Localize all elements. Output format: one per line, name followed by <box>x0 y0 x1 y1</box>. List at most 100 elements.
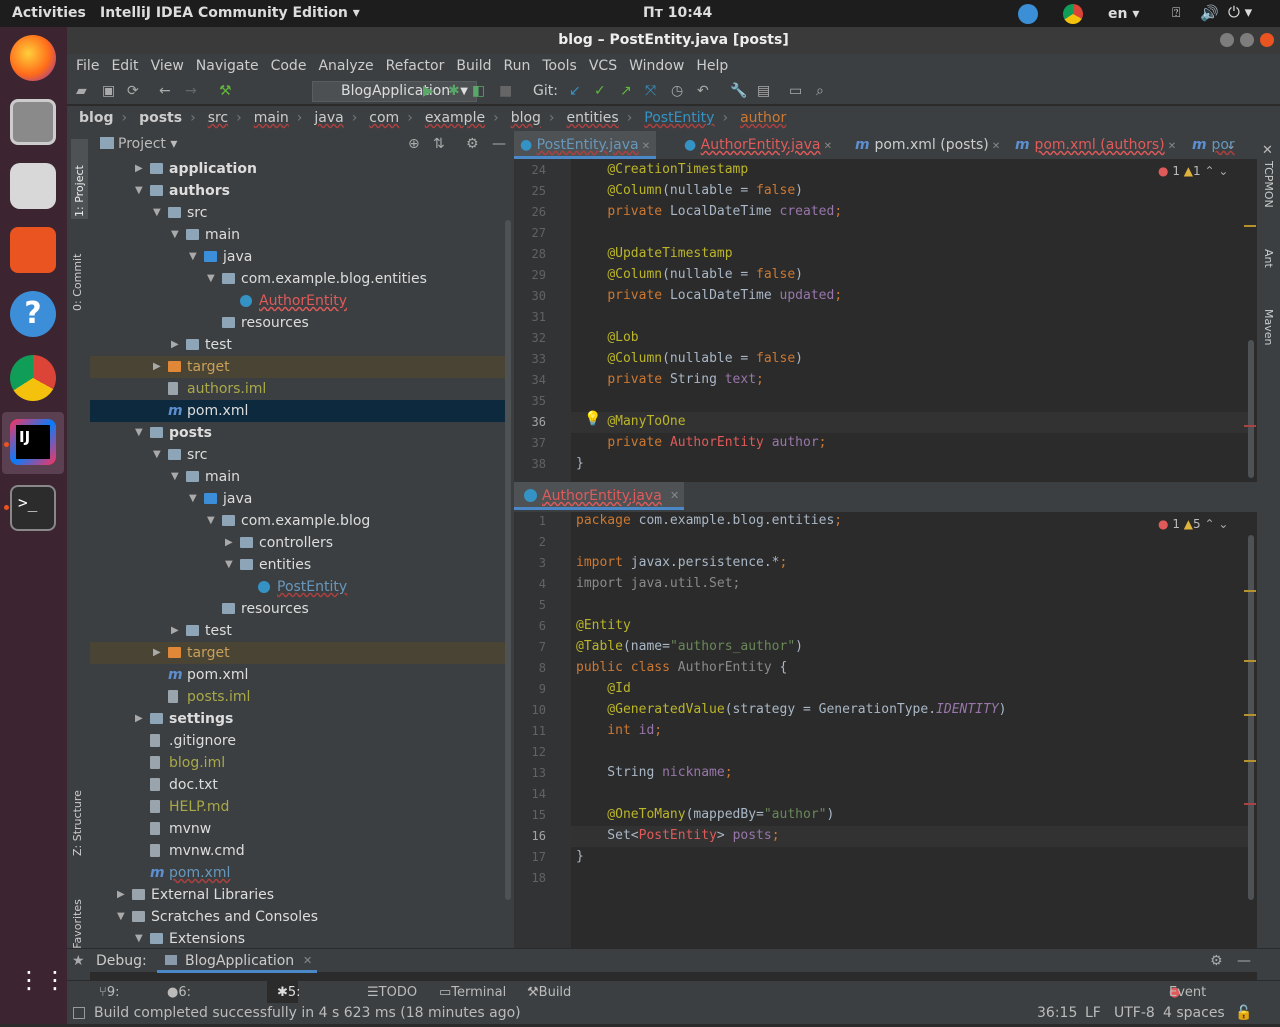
code-line[interactable]: @Id <box>576 681 631 696</box>
build-hammer-icon[interactable]: ⚒ <box>219 83 232 99</box>
breadcrumb-item[interactable]: java <box>314 110 343 126</box>
back-icon[interactable]: ← <box>159 83 171 99</box>
breadcrumb-item[interactable]: main <box>254 110 289 126</box>
caret-position[interactable]: 36:15 <box>1037 1003 1077 1024</box>
line-number[interactable]: 24 <box>514 163 546 177</box>
tree-item[interactable]: ▼ entities <box>90 554 505 576</box>
files-icon[interactable] <box>10 99 56 145</box>
debug-session-tab[interactable]: BlogApplication ✕ <box>157 949 317 973</box>
search-icon[interactable]: ⌕ <box>816 83 824 99</box>
star-icon[interactable]: ★ <box>72 949 85 973</box>
line-number[interactable]: 7 <box>514 640 546 654</box>
close-icon[interactable]: ✕ <box>639 141 650 152</box>
line-number[interactable]: 9 <box>514 682 546 696</box>
menu-item-11[interactable]: Window <box>626 54 687 79</box>
tree-item[interactable]: ▼ main <box>90 224 505 246</box>
toggle-tool-windows-icon[interactable] <box>73 1007 85 1019</box>
tree-item[interactable]: ▶ target <box>90 642 505 664</box>
collapse-arrow-icon[interactable]: ▼ <box>207 268 215 290</box>
code-line[interactable]: int id; <box>576 723 662 738</box>
sync-icon[interactable]: ⟳ <box>127 83 139 99</box>
code-line[interactable]: @Entity <box>576 618 631 633</box>
maximize-button[interactable] <box>1240 33 1254 47</box>
help-icon[interactable]: ? <box>10 291 56 337</box>
line-number[interactable]: 14 <box>514 787 546 801</box>
collapse-arrow-icon[interactable]: ▼ <box>189 488 197 510</box>
breadcrumb-item[interactable]: blog <box>511 110 541 126</box>
indent-setting[interactable]: 4 spaces <box>1163 1003 1225 1024</box>
close-icon[interactable]: ✕ <box>670 482 679 510</box>
git-commit-icon[interactable]: ✓ <box>594 83 606 99</box>
project-view-select[interactable]: Project ▾ <box>118 131 177 158</box>
code-line[interactable]: } <box>576 849 584 864</box>
code-line[interactable]: import java.util.Set; <box>576 576 740 591</box>
line-number[interactable]: 32 <box>514 331 546 345</box>
tree-item[interactable]: mvnw.cmd <box>90 840 505 862</box>
tree-item[interactable]: ▼ src <box>90 444 505 466</box>
code-line[interactable] <box>576 309 607 324</box>
code-line[interactable]: @Column(nullable = false) <box>576 183 803 198</box>
code-line[interactable]: @Table(name="authors_author") <box>576 639 803 654</box>
expand-arrow-icon[interactable]: ▶ <box>117 884 125 906</box>
line-number[interactable]: 35 <box>514 394 546 408</box>
debug-tool-button[interactable]: ✱ 5: Debug <box>267 981 331 1023</box>
hide-panel-icon[interactable]: — <box>492 131 506 158</box>
tree-item[interactable]: ▼ java <box>90 488 505 510</box>
tool-tab-commit[interactable]: 0: Commit <box>71 236 84 311</box>
line-number[interactable]: 16 <box>514 829 546 843</box>
collapse-arrow-icon[interactable]: ▼ <box>171 466 179 488</box>
collapse-arrow-icon[interactable]: ▼ <box>153 202 161 224</box>
editor-tab[interactable]: m pom.xml (posts) ✕ <box>855 131 1000 159</box>
intellij-icon[interactable]: IJ <box>10 419 56 465</box>
run-icon[interactable]: ▶ <box>423 83 434 99</box>
tree-item[interactable]: ▼ java <box>90 246 505 268</box>
menu-item-10[interactable]: VCS <box>586 54 620 79</box>
gear-icon[interactable]: ⚙ <box>1210 949 1223 973</box>
volume-icon[interactable]: 🔊 <box>1200 4 1219 22</box>
collapse-arrow-icon[interactable]: ▼ <box>153 444 161 466</box>
tree-item[interactable]: ▶ controllers <box>90 532 505 554</box>
git-tool-button[interactable]: ⑂ 9: Git <box>99 981 126 1023</box>
breadcrumb-item[interactable]: entities <box>567 110 619 126</box>
code-line[interactable]: private LocalDateTime created; <box>576 204 842 219</box>
show-apps-icon[interactable]: ⋮⋮⋮ <box>17 968 93 1007</box>
close-icon[interactable]: ✕ <box>989 141 1000 152</box>
tree-item[interactable]: resources <box>90 598 505 620</box>
line-number[interactable]: 38 <box>514 457 546 471</box>
menu-item-2[interactable]: View <box>148 54 187 79</box>
problems-tool-button[interactable]: ● 6: Problems <box>167 981 238 1023</box>
rhythmbox-icon[interactable] <box>10 163 56 209</box>
code-line[interactable]: private LocalDateTime updated; <box>576 288 842 303</box>
editor-tab[interactable]: ● AuthorEntity.java ✕ <box>684 131 832 159</box>
line-number[interactable]: 3 <box>514 556 546 570</box>
menu-item-1[interactable]: Edit <box>108 54 141 79</box>
breadcrumb-item[interactable]: example <box>425 110 485 126</box>
collapse-arrow-icon[interactable]: ▼ <box>189 246 197 268</box>
line-number[interactable]: 37 <box>514 436 546 450</box>
line-number[interactable]: 26 <box>514 205 546 219</box>
project-scrollbar[interactable] <box>505 220 511 900</box>
menu-item-4[interactable]: Code <box>268 54 310 79</box>
coverage-icon[interactable]: ◧ <box>472 83 485 99</box>
tree-item[interactable]: ▼ main <box>90 466 505 488</box>
tree-item[interactable]: ▼ posts <box>90 422 505 444</box>
line-number[interactable]: 36 <box>514 415 546 429</box>
line-number[interactable]: 30 <box>514 289 546 303</box>
tool-tab-project[interactable]: 1: Project <box>71 139 88 219</box>
tree-item[interactable]: ▶ External Libraries <box>90 884 505 906</box>
code-line[interactable] <box>576 225 607 240</box>
editor-tab[interactable]: ● PostEntity.java ✕ <box>514 131 657 159</box>
close-icon[interactable]: ✕ <box>1165 141 1176 152</box>
code-line[interactable]: @OneToMany(mappedBy="author") <box>576 807 834 822</box>
code-line[interactable]: @Column(nullable = false) <box>576 267 803 282</box>
software-icon[interactable] <box>10 227 56 273</box>
editor-tab[interactable]: m por <box>1192 131 1235 159</box>
code-line[interactable] <box>576 393 607 408</box>
line-number[interactable]: 34 <box>514 373 546 387</box>
menu-item-12[interactable]: Help <box>693 54 731 79</box>
code-line[interactable]: } <box>576 456 584 471</box>
forward-icon[interactable]: → <box>185 83 197 99</box>
collapse-arrow-icon[interactable]: ▼ <box>117 906 125 928</box>
tree-item[interactable]: ▼ com.example.blog.entities <box>90 268 505 290</box>
tree-item[interactable]: ▶ application <box>90 158 505 180</box>
